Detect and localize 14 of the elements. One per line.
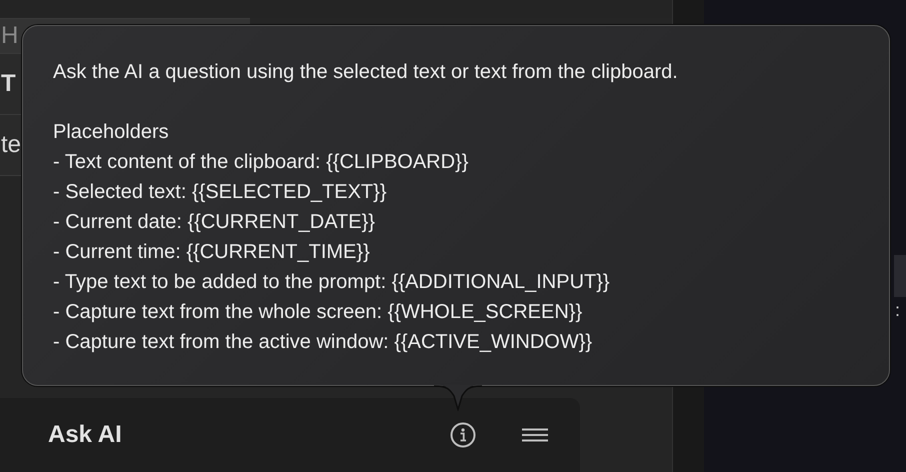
- tooltip-description: Ask the AI a question using the selected text or text from the clipboard.: [53, 60, 679, 85]
- placeholder-line: - Current date: {{CURRENT_DATE}}: [53, 210, 376, 235]
- placeholder-line: - Text content of the clipboard: {{CLIPBOARD}}: [53, 150, 470, 175]
- tooltip-pointer: [434, 385, 482, 411]
- placeholder-line: - Type text to be added to the prompt: {{ADDITIONAL_INPUT}}: [53, 270, 611, 295]
- command-title: Ask AI: [48, 421, 122, 449]
- placeholder-line: - Capture text from the active window: {{ACTIVE_WINDOW}}: [53, 330, 594, 355]
- text-fragment: :: [895, 300, 900, 321]
- placeholder-line: - Selected text: {{SELECTED_TEXT}}: [53, 180, 388, 205]
- menu-icon[interactable]: [522, 428, 548, 442]
- placeholder-line: - Current time: {{CURRENT_TIME}}: [53, 240, 371, 265]
- info-icon[interactable]: [450, 422, 476, 448]
- tooltip-heading: Placeholders: [53, 120, 170, 145]
- placeholder-line: - Capture text from the whole screen: {{WHOLE_SCREEN}}: [53, 300, 584, 325]
